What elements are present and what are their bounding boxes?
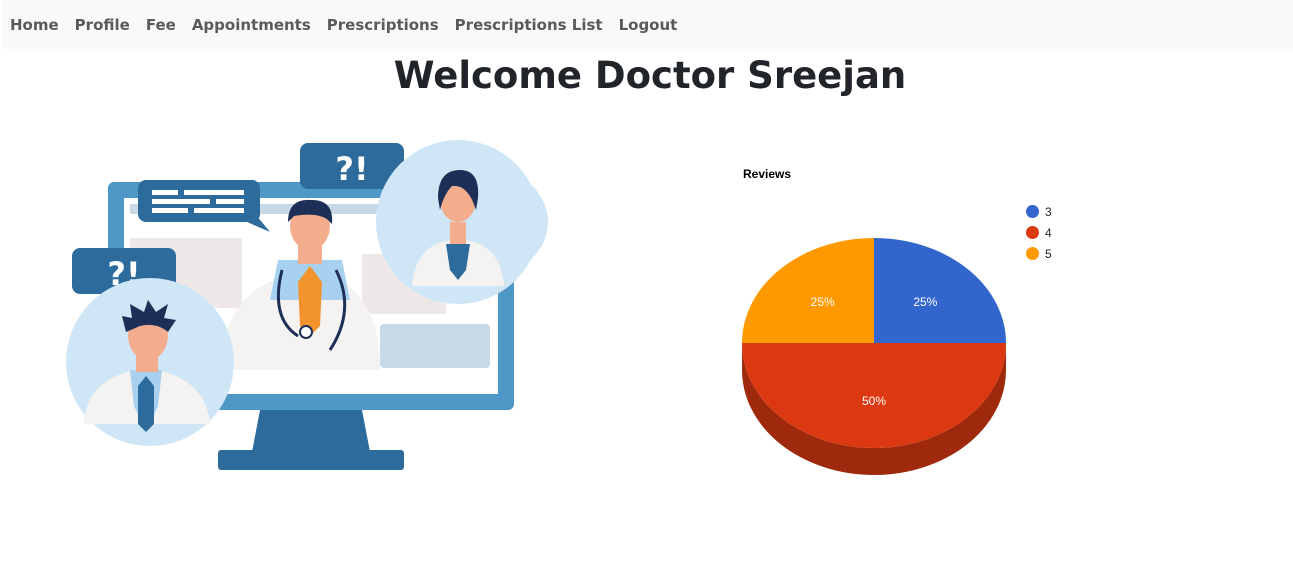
nav-home-link[interactable]: Home [10,16,59,34]
legend-swatch-5 [1026,247,1039,260]
legend-swatch-3 [1026,205,1039,218]
pie-label-5: 25% [811,295,835,309]
legend-swatch-4 [1026,226,1039,239]
top-bubble-text: ?! [335,150,368,188]
legend-label-4: 4 [1045,225,1052,240]
chart-legend: 3 4 5 [1026,201,1052,264]
reviews-pie: 25% 50% 25% [742,238,1006,475]
nav-prescriptions-link[interactable]: Prescriptions [327,16,439,34]
top-navbar: Home Profile Fee Appointments Prescripti… [2,0,1293,49]
nav-prescriptions-list-link[interactable]: Prescriptions List [455,16,603,34]
nav-appointments-link[interactable]: Appointments [192,16,311,34]
legend-item-5: 5 [1026,243,1052,264]
page-title: Welcome Doctor Sreejan [393,54,907,97]
legend-label-5: 5 [1045,246,1052,261]
pie-slice-3[interactable] [874,238,1006,343]
nav-profile-link[interactable]: Profile [75,16,130,34]
pie-label-3: 25% [913,295,937,309]
legend-item-4: 4 [1026,222,1052,243]
legend-label-3: 3 [1045,204,1052,219]
pie-slice-5[interactable] [742,238,874,343]
nav-fee-link[interactable]: Fee [146,16,176,34]
legend-item-3: 3 [1026,201,1052,222]
nav-logout-link[interactable]: Logout [619,16,678,34]
telemedicine-illustration: ?! ?! [66,140,548,470]
pie-label-4: 50% [862,394,886,408]
reviews-chart: Reviews 25% 50% 25% 3 4 5 [730,160,1090,490]
